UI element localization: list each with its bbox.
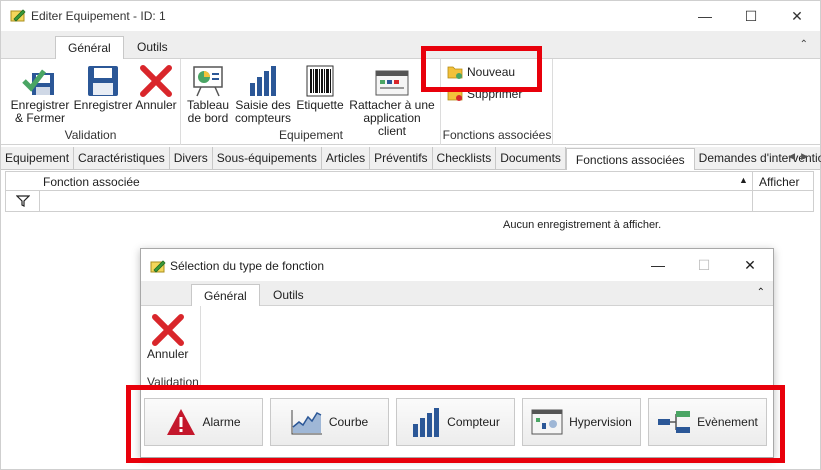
window-title: Editer Equipement - ID: 1 [31, 9, 166, 23]
tab-outils[interactable]: Outils [125, 36, 180, 59]
tab-documents[interactable]: Documents [496, 147, 566, 169]
cancel-button[interactable]: Annuler [135, 63, 177, 112]
tab-checklists[interactable]: Checklists [433, 147, 497, 169]
ribbon-group-validation: Enregistrer & Fermer Enregistrer Annuler… [1, 59, 181, 145]
tab-caracteristiques[interactable]: Caractéristiques [74, 147, 170, 169]
bar-chart-icon [250, 66, 276, 96]
dialog-title: Sélection du type de fonction [170, 259, 325, 273]
tab-preventifs[interactable]: Préventifs [370, 147, 433, 169]
dialog-minimize-button[interactable]: — [635, 249, 681, 281]
dialog-title-bar: Sélection du type de fonction — ☐ ✕ [141, 249, 773, 281]
dialog-tab-strip: Général Outils ⌃ [141, 281, 773, 306]
group-label-equipement: Equipement [278, 128, 344, 142]
client-app-window-icon [375, 70, 409, 96]
minimize-button[interactable]: — [682, 1, 728, 31]
column-header-fonction[interactable]: Fonction associée [43, 175, 140, 189]
tab-scroll-arrows-icon[interactable]: ◀▶ [788, 151, 814, 162]
filter-icon[interactable] [6, 191, 40, 211]
dialog-cancel-button[interactable]: Annuler [147, 312, 188, 361]
ribbon-collapse-icon[interactable]: ⌃ [800, 39, 808, 50]
empty-grid-message: Aucun enregistrement à afficher. [503, 219, 662, 231]
group-label-fonctions: Fonctions associées [442, 128, 552, 142]
sort-ascending-icon: ▲ [739, 175, 748, 185]
grid-filter-row [5, 191, 814, 212]
page-tab-strip: Equipement Caractéristiques Divers Sous-… [1, 147, 821, 170]
edit-note-icon [150, 260, 166, 273]
dialog-tab-outils[interactable]: Outils [261, 284, 316, 306]
cancel-x-icon [151, 314, 184, 346]
tab-sous-equipements[interactable]: Sous-équipements [213, 147, 322, 169]
counters-entry-button[interactable]: Saisie des compteurs [234, 63, 292, 125]
save-close-button[interactable]: Enregistrer & Fermer [9, 63, 71, 125]
dashboard-button[interactable]: Tableau de bord [186, 63, 230, 125]
group-label-validation: Validation [64, 128, 117, 142]
highlight-nouveau [421, 46, 542, 92]
save-button[interactable]: Enregistrer [74, 63, 132, 112]
ribbon: Enregistrer & Fermer Enregistrer Annuler… [1, 59, 820, 145]
close-button[interactable]: ✕ [774, 1, 820, 31]
tab-equipement[interactable]: Equipement [1, 147, 75, 169]
grid-header: Fonction associée ▲ Afficher [5, 171, 814, 191]
floppy-disk-icon [88, 66, 118, 96]
highlight-function-buttons [126, 385, 785, 463]
cancel-x-icon [140, 65, 172, 97]
dialog-maximize-button[interactable]: ☐ [681, 249, 727, 281]
edit-note-icon [10, 9, 26, 22]
column-header-afficher[interactable]: Afficher [752, 172, 814, 191]
main-window: Editer Equipement - ID: 1 — ☐ ✕ Général … [0, 0, 821, 470]
title-bar: Editer Equipement - ID: 1 — ☐ ✕ [1, 1, 820, 31]
label-button[interactable]: Etiquette [296, 63, 344, 112]
dialog-tab-general[interactable]: Général [191, 284, 260, 306]
dashboard-board-icon [193, 66, 223, 97]
barcode-icon [306, 65, 334, 97]
tab-fonctions-associees[interactable]: Fonctions associées [565, 148, 695, 170]
dialog-close-button[interactable]: ✕ [727, 249, 773, 281]
save-check-icon [22, 69, 54, 95]
dialog-collapse-icon[interactable]: ⌃ [757, 287, 765, 298]
maximize-button[interactable]: ☐ [728, 1, 774, 31]
tab-articles[interactable]: Articles [322, 147, 371, 169]
ribbon-tab-strip: Général Outils ⌃ [1, 31, 820, 59]
tab-general[interactable]: Général [55, 36, 124, 59]
ribbon-group-equipement: Tableau de bord Saisie des compteurs Eti… [182, 59, 441, 145]
dialog-ribbon-validation: Annuler Validation [141, 306, 201, 389]
tab-divers[interactable]: Divers [170, 147, 213, 169]
